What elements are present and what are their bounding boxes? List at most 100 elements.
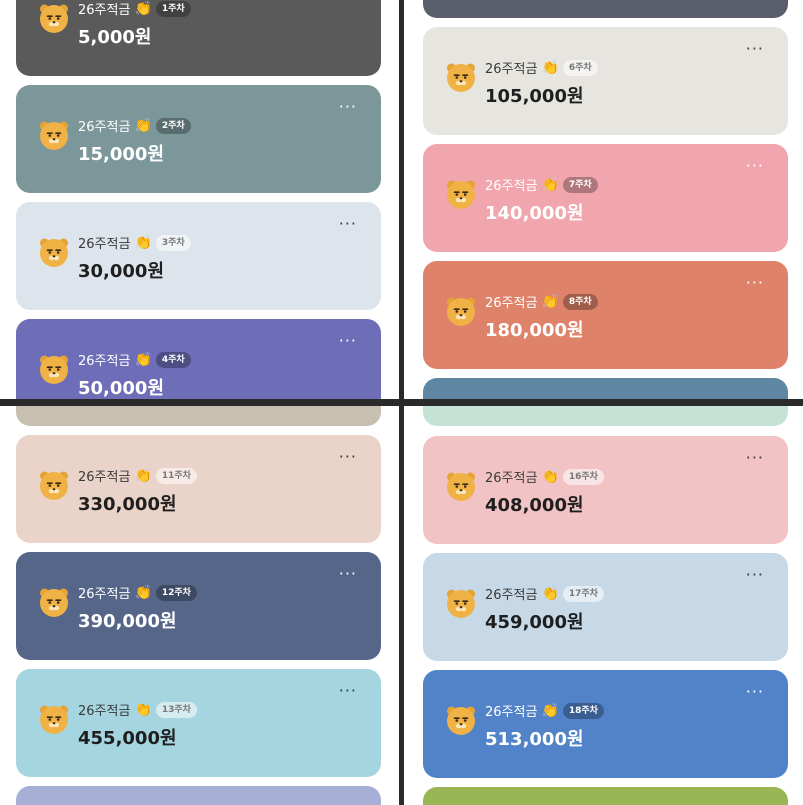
clap-icon: 👏 [541,585,559,602]
clap-icon: 👏 [134,351,152,368]
card-amount: 330,000원 [78,494,177,515]
card-amount: 105,000원 [485,86,584,107]
panel-top-right: 26주적금 👏 6주차 105,000원 ··· 26주적금 👏 7주차 140… [404,0,803,399]
more-options-icon[interactable]: ··· [339,683,357,699]
savings-card-week-7[interactable]: 26주적금 👏 7주차 140,000원 ··· [423,144,788,252]
card-amount: 5,000원 [78,27,152,48]
week-badge: 17주차 [562,585,604,602]
ryan-bear-icon [38,2,70,34]
savings-card-week-2[interactable]: 26주적금 👏 2주차 15,000원 ··· [16,85,381,193]
card-header: 26주적금 👏 6주차 [485,58,598,77]
savings-card-week-16[interactable]: 26주적금 👏 16주차 408,000원 ··· [423,436,788,544]
card-header: 26주적금 👏 1주차 [78,0,191,18]
card-amount: 180,000원 [485,320,584,341]
ryan-bear-icon [38,236,70,268]
card-amount: 390,000원 [78,611,177,632]
clap-icon: 👏 [541,176,559,193]
card-header: 26주적금 👏 2주차 [78,116,191,135]
card-title: 26주적금 [78,237,131,252]
card-header: 26주적금 👏 4주차 [78,350,191,369]
more-options-icon[interactable]: ··· [339,449,357,465]
week-badge: 1주차 [155,0,191,17]
week-badge: 4주차 [155,351,191,368]
partial-card[interactable] [423,406,788,426]
panel-bottom-left: 26주적금 👏 11주차 330,000원 ··· 26주적금 👏 12주차 3… [0,406,399,805]
clap-icon: 👏 [134,584,152,601]
clap-icon: 👏 [541,293,559,310]
card-header: 26주적금 👏 7주차 [485,175,598,194]
savings-card-week-8[interactable]: 26주적금 👏 8주차 180,000원 ··· [423,261,788,369]
clap-icon: 👏 [134,701,152,718]
card-amount: 15,000원 [78,144,165,165]
savings-card-week-6[interactable]: 26주적금 👏 6주차 105,000원 ··· [423,27,788,135]
more-options-icon[interactable]: ··· [339,333,357,349]
card-title: 26주적금 [78,587,131,602]
partial-card[interactable] [16,786,381,805]
card-header: 26주적금 👏 18주차 [485,701,604,720]
card-title: 26주적금 [485,471,538,486]
ryan-bear-icon [445,61,477,93]
savings-card-week-1[interactable]: 26주적금 👏 1주차 5,000원 [16,0,381,76]
ryan-bear-icon [38,703,70,735]
week-badge: 2주차 [155,117,191,134]
ryan-bear-icon [445,704,477,736]
week-badge: 7주차 [562,176,598,193]
week-badge: 16주차 [562,468,604,485]
card-title: 26주적금 [78,470,131,485]
card-header: 26주적금 👏 13주차 [78,700,197,719]
more-options-icon[interactable]: ··· [746,275,764,291]
ryan-bear-icon [445,470,477,502]
more-options-icon[interactable]: ··· [746,450,764,466]
card-header: 26주적금 👏 8주차 [485,292,598,311]
clap-icon: 👏 [541,702,559,719]
card-amount: 455,000원 [78,728,177,749]
savings-card-week-4[interactable]: 26주적금 👏 4주차 50,000원 ··· [16,319,381,399]
card-title: 26주적금 [485,296,538,311]
partial-card[interactable] [423,787,788,805]
more-options-icon[interactable]: ··· [339,566,357,582]
ryan-bear-icon [445,178,477,210]
card-amount: 408,000원 [485,495,584,516]
clap-icon: 👏 [541,468,559,485]
clap-icon: 👏 [541,59,559,76]
clap-icon: 👏 [134,467,152,484]
savings-card-week-3[interactable]: 26주적금 👏 3주차 30,000원 ··· [16,202,381,310]
more-options-icon[interactable]: ··· [746,158,764,174]
more-options-icon[interactable]: ··· [339,216,357,232]
week-badge: 11주차 [155,467,197,484]
more-options-icon[interactable]: ··· [746,41,764,57]
more-options-icon[interactable]: ··· [746,684,764,700]
card-title: 26주적금 [485,62,538,77]
panel-bottom-right: 26주적금 👏 16주차 408,000원 ··· 26주적금 👏 17주차 4… [404,406,803,805]
more-options-icon[interactable]: ··· [339,99,357,115]
week-badge: 3주차 [155,234,191,251]
card-header: 26주적금 👏 12주차 [78,583,197,602]
week-badge: 6주차 [562,59,598,76]
ryan-bear-icon [445,295,477,327]
card-header: 26주적금 👏 3주차 [78,233,191,252]
card-title: 26주적금 [485,179,538,194]
ryan-bear-icon [38,469,70,501]
week-badge: 12주차 [155,584,197,601]
savings-card-week-12[interactable]: 26주적금 👏 12주차 390,000원 ··· [16,552,381,660]
partial-card[interactable] [423,0,788,18]
card-title: 26주적금 [78,120,131,135]
card-amount: 50,000원 [78,378,165,399]
ryan-bear-icon [38,119,70,151]
clap-icon: 👏 [134,0,152,17]
panel-top-left: 26주적금 👏 1주차 5,000원 26주적금 👏 2주차 15,000원 ·… [0,0,399,399]
week-badge: 8주차 [562,293,598,310]
card-header: 26주적금 👏 11주차 [78,466,197,485]
savings-card-week-11[interactable]: 26주적금 👏 11주차 330,000원 ··· [16,435,381,543]
card-title: 26주적금 [78,3,131,18]
savings-card-week-18[interactable]: 26주적금 👏 18주차 513,000원 ··· [423,670,788,778]
card-amount: 513,000원 [485,729,584,750]
week-badge: 18주차 [562,702,604,719]
partial-card[interactable] [423,378,788,399]
savings-card-week-13[interactable]: 26주적금 👏 13주차 455,000원 ··· [16,669,381,777]
savings-card-week-17[interactable]: 26주적금 👏 17주차 459,000원 ··· [423,553,788,661]
week-badge: 13주차 [155,701,197,718]
card-header: 26주적금 👏 17주차 [485,584,604,603]
more-options-icon[interactable]: ··· [746,567,764,583]
partial-card[interactable] [16,406,381,426]
